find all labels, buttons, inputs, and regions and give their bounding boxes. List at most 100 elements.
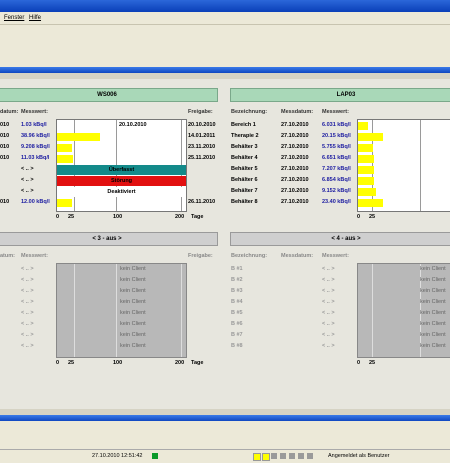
status-ok-indicator	[152, 453, 158, 459]
row-messwert: 9.152 kBq/l	[322, 188, 351, 194]
tick-label: 200	[175, 360, 185, 366]
row-messwert: 6.031 kBq/l	[322, 122, 351, 128]
menu-fenster[interactable]: Fenster	[4, 15, 24, 21]
row-bezeichnung: B #4	[231, 299, 243, 305]
client-status: kein Client	[120, 299, 146, 305]
status-row: Deaktiviert	[57, 187, 186, 197]
row-freigabe: 26.11.2010	[188, 199, 216, 205]
col-header-messdatum: Messdatum:	[281, 253, 314, 259]
toolbar-area	[0, 25, 450, 67]
status-user: Angemeldet als Benutzer	[328, 453, 390, 459]
row-bezeichnung: B #7	[231, 332, 243, 338]
row-freigabe: 20.10.2010	[188, 122, 216, 128]
row-messwert: < .. >	[21, 288, 34, 294]
row-messdatum: 27.10.2010	[281, 177, 309, 183]
messwert-bar	[358, 177, 374, 185]
row-bezeichnung: Behälter 6	[231, 177, 258, 183]
row-messwert: < .. >	[322, 288, 335, 294]
client-status: kein Client	[420, 343, 446, 349]
col-header-bezeichnung: Bezeichnung:	[231, 109, 268, 115]
row-bezeichnung: Bereich 1	[231, 122, 256, 128]
messwert-bar	[358, 122, 368, 130]
col-header-messwert: Messwert:	[21, 253, 48, 259]
col-header-freigabe: Freigabe:	[188, 253, 213, 259]
row-messwert: 11.03 kBq/l	[21, 155, 50, 161]
client-status: kein Client	[420, 277, 446, 283]
row-messwert: < .. >	[322, 343, 335, 349]
row-bezeichnung: B #6	[231, 321, 243, 327]
lap03-chart	[357, 119, 450, 212]
messwert-bar	[57, 155, 73, 163]
gridline	[116, 264, 117, 357]
gridline	[420, 120, 421, 211]
indicator	[307, 453, 313, 459]
row-messwert: 9.208 kBq/l	[21, 144, 50, 150]
tick-label: 200	[175, 214, 185, 220]
menu-hilfe[interactable]: Hilfe	[29, 15, 41, 21]
messwert-bar	[358, 133, 383, 141]
row-bezeichnung: Therapie 2	[231, 133, 259, 139]
client-status: kein Client	[420, 288, 446, 294]
col-header-messdatum: Messdatum:	[281, 109, 314, 115]
messwert-bar	[358, 155, 374, 163]
col-header-bezeichnung: Bezeichnung:	[231, 253, 268, 259]
row-messdatum: 27.10.2010	[281, 199, 309, 205]
client-status: kein Client	[120, 288, 146, 294]
row-bezeichnung: Behälter 7	[231, 188, 258, 194]
indicator	[298, 453, 304, 459]
row-bezeichnung: Behälter 4	[231, 155, 258, 161]
indicator	[253, 453, 261, 461]
messwert-bar	[358, 144, 373, 152]
tick-label: 0	[56, 214, 60, 220]
panel-title: WS006	[97, 92, 117, 98]
tick-label: 25	[68, 360, 75, 366]
row-messwert: < .. >	[322, 321, 335, 327]
row-bezeichnung: B #3	[231, 288, 243, 294]
client-status: kein Client	[420, 299, 446, 305]
status-datetime: 27.10.2010 12:51:42	[92, 453, 143, 459]
row-messwert: < .. >	[21, 332, 34, 338]
gridline	[181, 264, 182, 357]
panel-header-ws006[interactable]: WS006	[0, 88, 218, 102]
panel-header-3[interactable]: < 3 - aus >	[0, 232, 218, 246]
row-datum: 010	[0, 133, 10, 139]
row-messwert: 38.96 kBq/l	[21, 133, 50, 139]
panel-header-lap03[interactable]: LAP03	[230, 88, 450, 102]
messwert-bar	[57, 133, 100, 141]
client-status: kein Client	[420, 332, 446, 338]
row-messwert: 1.03 kBq/l	[21, 122, 47, 128]
row-messwert: < .. >	[322, 266, 335, 272]
status-bar: 27.10.2010 12:51:42 Angemeldet als Benut…	[0, 449, 450, 463]
row-bezeichnung: B #1	[231, 266, 243, 272]
messwert-bar	[57, 199, 72, 207]
col-header-freigabe: Freigabe:	[188, 109, 213, 115]
row-messwert: 7.207 kBq/l	[322, 166, 351, 172]
row-messwert: < .. >	[21, 177, 34, 183]
row-messwert: 23.40 kBq/l	[322, 199, 351, 205]
gridline	[74, 264, 75, 357]
client-status: kein Client	[420, 266, 446, 272]
panel-title: < 3 - aus >	[92, 236, 122, 242]
tick-label: 100	[113, 214, 123, 220]
row-messwert: < .. >	[322, 332, 335, 338]
row-messwert: < .. >	[21, 343, 34, 349]
row-messdatum: 27.10.2010	[281, 122, 309, 128]
panel-title: < 4 - aus >	[331, 236, 361, 242]
row-datum: 010	[0, 199, 10, 205]
tick-label: 25	[369, 214, 376, 220]
messwert-bar	[57, 144, 72, 152]
row-datum: 010	[0, 144, 10, 150]
axis-unit: Tage	[191, 214, 204, 220]
panel-title: LAP03	[336, 92, 356, 98]
menu-bar: Fenster Hilfe	[0, 12, 450, 25]
axis-unit: Tage	[191, 360, 204, 366]
row-datum: 010	[0, 155, 10, 161]
client-status: kein Client	[120, 266, 146, 272]
row-messwert: < .. >	[21, 321, 34, 327]
row-messwert: < .. >	[21, 266, 34, 272]
row-bezeichnung: B #2	[231, 277, 243, 283]
panel-header-4[interactable]: < 4 - aus >	[230, 232, 450, 246]
indicator	[280, 453, 286, 459]
col-header-messwert: Messwert:	[322, 253, 349, 259]
row-messwert: < .. >	[322, 310, 335, 316]
